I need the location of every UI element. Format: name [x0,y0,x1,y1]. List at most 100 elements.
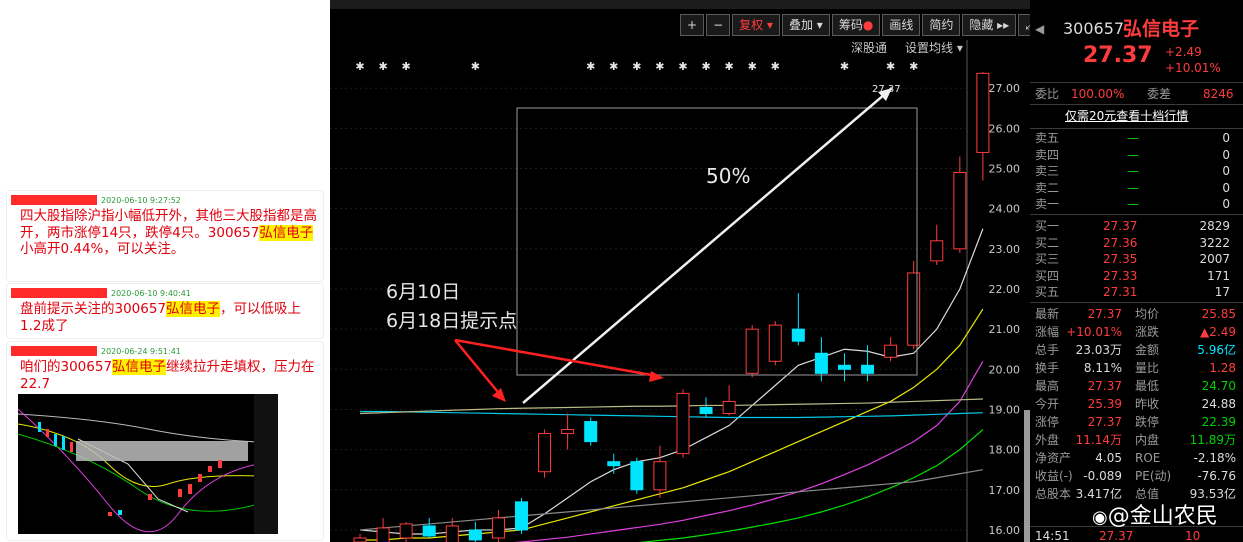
message-text: 咱们的300657弘信电子继续拉升走填权，压力在22.7 [20,359,315,392]
quote-row: 换手 8.11% 量比 1.28 [1035,360,1240,376]
price-change-pct: +10.01% [1165,61,1221,75]
stat-label: 收益(-) [1035,469,1073,483]
stat-label: 昨收 [1135,397,1160,411]
zoom-out-button[interactable]: − [706,14,731,36]
bid-level-label: 买五 [1035,285,1060,299]
stock-header: ◀ 300657 弘信电子 [1035,18,1240,40]
stat-label: 换手 [1035,361,1060,375]
pointer-arrow-1 [454,339,503,398]
quote-row: 净资产 4.05 ROE -2.18% [1035,450,1240,466]
message-text: 盘前提示关注的300657弘信电子，可以低吸上1.2成了 [20,301,302,334]
message-time: 2020-06-24 9:51:41 [101,346,181,356]
stat-value: 8.11% [1083,361,1122,375]
redacted-name [11,346,97,356]
quote-row: 最高 27.37 最低 24.70 [1035,378,1240,394]
quote-row: 外盘 11.14万 内盘 11.89万 [1035,432,1240,448]
bid-level-label: 买四 [1035,268,1060,283]
stat-label: 最高 [1035,379,1060,393]
stat-value: 27.37 [1087,307,1122,321]
candle-body [861,364,875,374]
y-tick-label: 27.00 [989,82,1021,95]
weibo-watermark: ◉@金山农民 [1092,504,1218,529]
redacted-name [11,195,97,205]
event-marker-icon: ✱ [725,60,734,73]
quote-row: 卖四 — 0 [1035,147,1240,163]
stat-label: PE(动) [1135,469,1172,483]
ask-volume: 0 [1222,164,1230,178]
simple-mode-button[interactable]: 简约 [922,14,961,36]
candle-body [630,461,644,491]
stat-value: 22.39 [1201,415,1236,429]
kline-chart[interactable]: 27.00 26.00 25.00 24.00 23.00 22.00 21.00 20.00… [330,40,1030,542]
pointer-arrow-1-head [492,388,506,402]
stat-value: -0.089 [1083,469,1122,483]
quote-row: 收益(-) -0.089 PE(动) -76.76 [1035,468,1240,484]
ask-price: — [1127,197,1139,211]
stat-value: 5.96亿 [1197,343,1236,357]
stat-value: 24.70 [1201,379,1236,393]
event-marker-icon: ✱ [355,60,364,73]
stat-value: 4.05 [1095,451,1122,465]
message-time: 2020-06-10 9:40:41 [111,288,191,298]
y-tick-label: 16.00 [989,524,1021,537]
y-tick-label: 18.00 [989,444,1021,457]
y-tick-label: 20.00 [989,363,1021,376]
chat-message: 2020-06-10 9:27:52 四大股指除沪指小幅低开外，其他三大股指都是… [6,190,324,282]
stat-label: 涨跌 [1135,325,1160,339]
stat-label: 最新 [1035,307,1060,321]
ask-volume: 0 [1222,147,1230,162]
candle-body [768,324,782,362]
weicha-value: 8246 [1203,87,1234,101]
y-tick-label: 24.00 [989,203,1021,216]
date-label-1: 6月10日 [386,281,460,303]
bid-volume: 2829 [1199,219,1230,233]
quote-row: 卖一 — 0 [1035,196,1240,212]
event-marker-icon: ✱ [632,60,641,73]
quote-row: 买四 27.33 171 [1035,268,1240,284]
candle-body [676,392,690,455]
hide-button[interactable]: 隐藏 ▸▸ [962,14,1017,36]
zoom-in-button[interactable]: + [680,14,705,36]
quote-row: 卖三 — 0 [1035,163,1240,179]
prev-stock-icon[interactable]: ◀ [1035,18,1044,40]
stat-label: 最低 [1135,379,1160,393]
shengutong-label: 深股通 [851,41,887,55]
candle-body [607,461,621,467]
event-marker-icon: ✱ [771,60,780,73]
stock-code: 300657 [1063,19,1125,38]
stat-label: ROE [1135,451,1161,465]
chat-message: 2020-06-10 9:40:41 盘前提示关注的300657弘信电子，可以低… [6,283,324,339]
stat-label: 今开 [1035,397,1060,411]
candle-body [584,421,598,443]
bid-volume: 17 [1214,285,1230,299]
candle-body [514,501,528,531]
bid-price: 27.36 [1103,235,1138,250]
chips-button[interactable]: 筹码● [831,14,881,36]
draw-line-button[interactable]: 画线 [882,14,921,36]
stat-value: 25.39 [1087,397,1122,411]
overlay-button[interactable]: 叠加 ▾ [781,14,830,36]
quote-row: 最新 27.37 均价 25.85 [1035,306,1240,322]
stat-label: 总股本 [1035,487,1072,501]
ma-line [360,410,983,419]
quote-row: 买五 27.31 17 [1035,284,1240,300]
ask-volume: 0 [1222,197,1230,211]
candle-body [561,429,575,435]
stat-value: 23.03万 [1075,343,1122,357]
ask-price: — [1127,180,1139,195]
ask-volume: 0 [1222,180,1230,195]
candle-body [837,364,851,370]
ask-level-label: 卖一 [1035,197,1060,211]
candle-body [353,537,367,542]
candle-body [491,517,505,539]
quote-row: 总手 23.03万 金额 5.96亿 [1035,342,1240,358]
fuquan-button[interactable]: 复权 ▾ [732,14,780,36]
bid-price: 27.37 [1103,219,1138,233]
stat-label: 跌停 [1135,415,1160,429]
candle-body [376,527,390,542]
promo-link[interactable]: 仅需20元查看十档行情 [1035,108,1240,124]
ma-settings-button[interactable]: 设置均线 ▾ [905,41,963,55]
stat-value: +10.01% [1066,325,1122,339]
event-marker-icon: ✱ [678,60,687,73]
ma-line [359,398,983,415]
